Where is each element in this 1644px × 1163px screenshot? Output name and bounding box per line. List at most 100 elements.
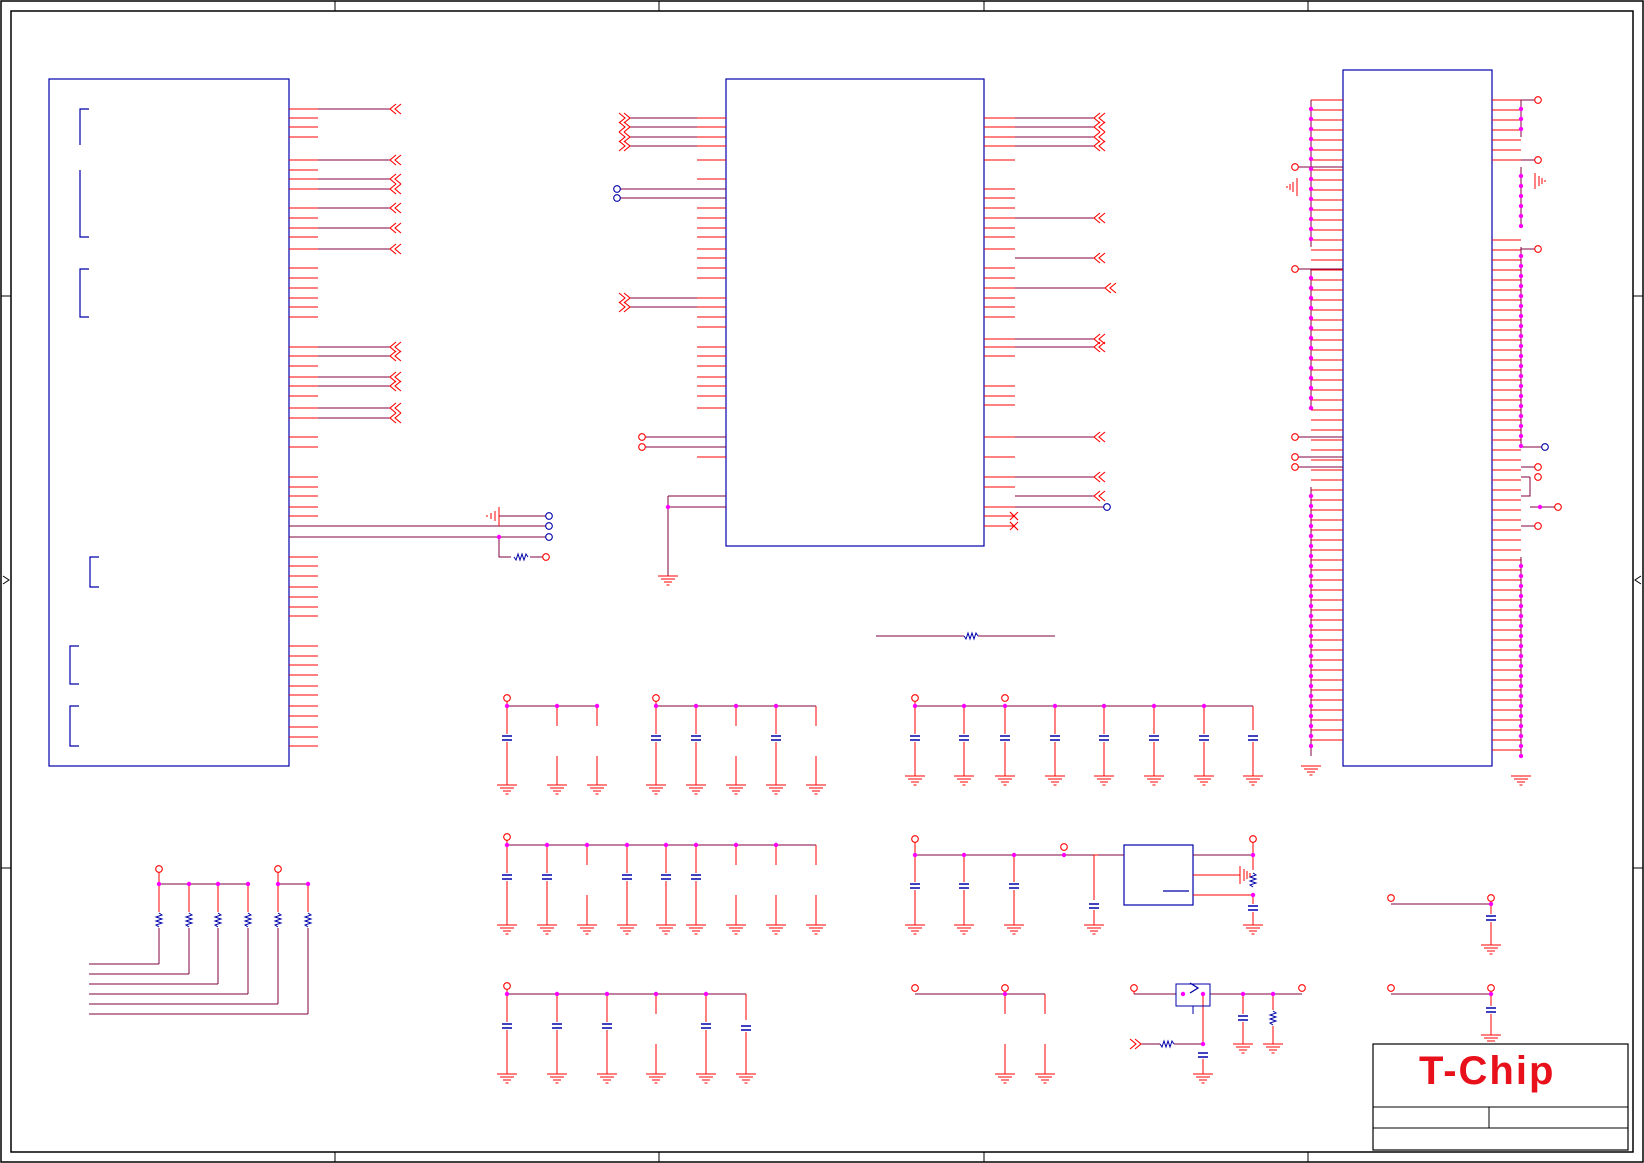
junction-dot [1518, 673, 1524, 679]
net-terminal-icon [1534, 96, 1542, 104]
junction-dot [1250, 892, 1256, 898]
junction-dot [1308, 533, 1314, 539]
junction-dot [1308, 275, 1314, 281]
company-logo: T-Chip [1419, 1049, 1555, 1093]
junction-dot [156, 881, 162, 887]
junction-dot [1537, 504, 1543, 510]
junction-dot [1518, 303, 1524, 309]
port-chevron-icon [394, 243, 402, 255]
net-terminal-icon [1249, 835, 1257, 843]
junction-dot [1308, 355, 1314, 361]
junction-dot [1308, 663, 1314, 669]
port-chevron-icon [394, 103, 402, 115]
junction-dot [1308, 305, 1314, 311]
junction-dot [733, 842, 739, 848]
junction-dot [1488, 991, 1494, 997]
junction-dot [1308, 513, 1314, 519]
junction-dot [1308, 325, 1314, 331]
net-terminal-icon [1291, 265, 1299, 273]
net-terminal-icon [1291, 453, 1299, 461]
junction-dot [733, 703, 739, 709]
junction-dot [912, 852, 918, 858]
net-terminal-icon [638, 443, 646, 451]
junction-dot [1052, 703, 1058, 709]
junction-dot [1518, 723, 1524, 729]
net-terminal-icon [503, 833, 511, 841]
junction-dot [1518, 623, 1524, 629]
port-chevron-icon [394, 371, 402, 383]
junction-dot [1518, 183, 1524, 189]
junction-dot [1308, 733, 1314, 739]
pin-group-bracket [79, 268, 89, 318]
junction-dot [912, 703, 918, 709]
junction-dot [1308, 206, 1314, 212]
junction-dot [1308, 503, 1314, 509]
port-chevron-icon [1098, 212, 1106, 224]
junction-dot [1308, 563, 1314, 569]
junction-dot [773, 703, 779, 709]
junction-dot [1308, 703, 1314, 709]
junction-dot [1308, 176, 1314, 182]
junction-dot [1308, 493, 1314, 499]
junction-dot [1518, 603, 1524, 609]
net-wire [1093, 854, 1098, 900]
port-chevron-icon [1098, 431, 1106, 443]
net-terminal-icon [1534, 522, 1542, 530]
junction-dot [961, 852, 967, 858]
port-chevron-icon [618, 292, 626, 304]
junction-dot [1518, 703, 1524, 709]
junction-dot [1011, 852, 1017, 858]
junction-dot [1518, 343, 1524, 349]
junction-dot [1002, 703, 1008, 709]
junction-dot [1518, 443, 1524, 449]
net-terminal-icon [638, 433, 646, 441]
junction-dot [1518, 613, 1524, 619]
resistor-icon [243, 912, 253, 928]
net-terminal-icon [1130, 984, 1138, 992]
junction-dot [1518, 293, 1524, 299]
junction-dot [693, 703, 699, 709]
junction-dot [1308, 186, 1314, 192]
port-chevron-icon [618, 131, 626, 143]
resistor-icon [273, 912, 283, 928]
net-wire [1521, 477, 1531, 497]
net-terminal-icon [1387, 894, 1395, 902]
port-chevron-icon [394, 154, 402, 166]
junction-dot [544, 842, 550, 848]
junction-dot [1518, 683, 1524, 689]
pin-group-bracket [89, 556, 99, 588]
resistor-icon [154, 912, 164, 928]
junction-dot [1518, 423, 1524, 429]
port-chevron-icon [394, 202, 402, 214]
zone-arrow-icon [2, 575, 10, 585]
junction-dot [1250, 852, 1256, 858]
junction-dot [665, 504, 671, 510]
resistor-icon [1248, 872, 1258, 888]
port-chevron-icon [618, 140, 626, 152]
junction-dot [1308, 693, 1314, 699]
junction-dot [1518, 273, 1524, 279]
resistor-icon [303, 912, 313, 928]
junction-dot [1200, 1041, 1206, 1047]
junction-dot [496, 534, 502, 540]
junction-dot [1518, 403, 1524, 409]
net-terminal-icon [1103, 503, 1111, 511]
junction-dot [1308, 633, 1314, 639]
junction-dot [1201, 703, 1207, 709]
net-terminal-icon [503, 694, 511, 702]
junction-dot [1518, 263, 1524, 269]
junction-dot [1308, 603, 1314, 609]
net-terminal-icon [1387, 984, 1395, 992]
net-terminal-icon [613, 194, 621, 202]
junction-dot [584, 842, 590, 848]
junction-dot [1518, 633, 1524, 639]
junction-dot [504, 991, 510, 997]
junction-dot [663, 842, 669, 848]
junction-dot [1308, 236, 1314, 242]
outer-border [0, 0, 1644, 1163]
junction-dot [1308, 196, 1314, 202]
junction-dot [1518, 193, 1524, 199]
junction-dot [1308, 106, 1314, 112]
junction-dot [1308, 743, 1314, 749]
junction-dot [1308, 315, 1314, 321]
